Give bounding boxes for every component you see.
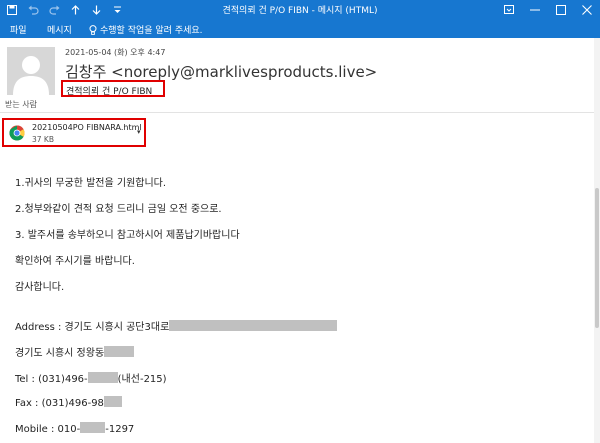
- ribbon-display-options-icon[interactable]: [496, 0, 522, 19]
- body-line-2: 2.청부와같이 견적 요청 드리니 금일 오전 중으로.: [15, 204, 222, 215]
- tell-me-box[interactable]: 수행할 작업을 알려 주세요.: [89, 23, 203, 36]
- body-line-4: 확인하여 주시기를 바랍니다.: [15, 256, 135, 267]
- address2-text: 경기도 시흥시 정왕동: [15, 348, 105, 359]
- tel-line: Tel : (031)496- (내선-215): [15, 370, 167, 385]
- tel-prefix: Tel : (031)496-: [15, 374, 88, 385]
- redaction-block: [104, 346, 135, 357]
- address-line-2: 경기도 시흥시 정왕동: [15, 344, 135, 359]
- mobile-line: Mobile : 010- -1297: [15, 422, 134, 435]
- body-line-3: 3. 발주서를 송부하오니 참고하시어 제품납기바랍니다: [15, 230, 240, 241]
- avatar: [7, 47, 55, 95]
- maximize-icon[interactable]: [548, 0, 574, 19]
- redaction-block: [103, 396, 122, 407]
- attachment-size: 37 KB: [32, 135, 54, 144]
- body-line-5: 감사합니다.: [15, 282, 65, 293]
- tel-suffix: (내선-215): [117, 374, 167, 385]
- fax-prefix: Fax : (031)496-98: [15, 398, 104, 409]
- attachment-name: 20210504PO FIBNARA.html: [32, 123, 142, 132]
- body-line-1: 1.귀사의 무궁한 발전을 기원합니다.: [15, 178, 167, 189]
- minimize-icon[interactable]: [522, 0, 548, 19]
- tab-file[interactable]: 파일: [10, 23, 27, 36]
- redaction-block: [169, 320, 338, 331]
- tell-me-text: 수행할 작업을 알려 주세요.: [100, 26, 203, 36]
- person-icon: [13, 56, 49, 95]
- scrollbar[interactable]: [594, 38, 600, 443]
- redaction-block: [87, 372, 118, 383]
- header-divider: [0, 112, 600, 113]
- close-icon[interactable]: [574, 0, 600, 19]
- subject: 견적의뢰 건 P/O FIBN: [61, 80, 165, 97]
- sent-datetime: 2021-05-04 (화) 오후 4:47: [65, 48, 166, 57]
- mobile-prefix: Mobile : 010-: [15, 424, 81, 435]
- attachment[interactable]: 20210504PO FIBNARA.html 37 KB ▾: [2, 118, 146, 147]
- scrollbar-thumb[interactable]: [595, 188, 599, 328]
- mobile-suffix: -1297: [105, 424, 135, 435]
- title-bar: 견적의뢰 건 P/O FIBN - 메시지 (HTML): [0, 0, 600, 19]
- chevron-down-icon[interactable]: ▾: [137, 128, 141, 136]
- to-label: 받는 사람: [5, 100, 37, 109]
- redaction-block: [80, 422, 106, 433]
- lightbulb-icon: [89, 24, 97, 35]
- sender[interactable]: 김창주 <noreply@marklivesproducts.live>: [65, 61, 377, 82]
- tab-message[interactable]: 메시지: [47, 23, 72, 36]
- ribbon: 파일 메시지 수행할 작업을 알려 주세요.: [0, 19, 600, 38]
- address-text: Address : 경기도 시흥시 공단3대로: [15, 322, 170, 333]
- address-line: Address : 경기도 시흥시 공단3대로: [15, 318, 338, 333]
- chrome-icon: [9, 125, 25, 141]
- fax-line: Fax : (031)496-98: [15, 396, 122, 409]
